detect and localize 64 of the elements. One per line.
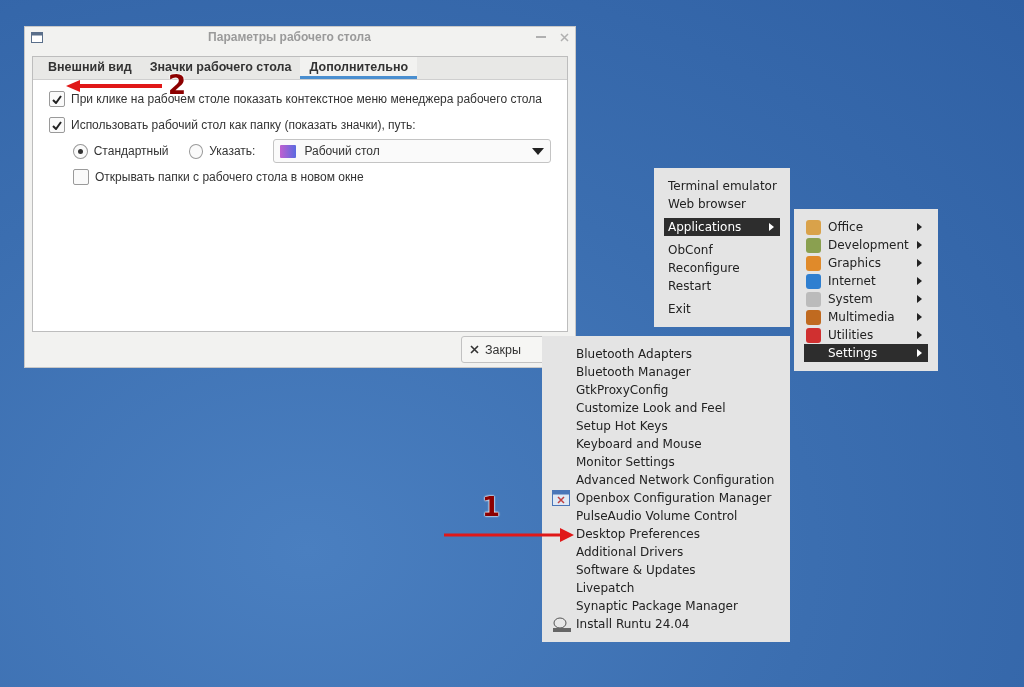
installer-icon — [552, 616, 572, 633]
menu-item[interactable]: Additional Drivers — [552, 543, 780, 561]
menu-item[interactable]: Applications — [664, 218, 780, 236]
annotation-number: 1 — [482, 494, 501, 520]
radio-button[interactable] — [188, 143, 204, 159]
checkmark-icon — [52, 120, 62, 130]
checkbox-label: Открывать папки с рабочего стола в новом окне — [95, 170, 364, 184]
close-icon — [470, 345, 479, 354]
checkbox[interactable] — [49, 91, 65, 107]
window-settings-icon — [552, 490, 570, 506]
menu-item[interactable]: Office — [804, 218, 928, 236]
radio-button[interactable] — [73, 143, 88, 159]
menu-item[interactable]: ObConf — [664, 241, 780, 259]
tab[interactable]: Дополнительно — [300, 57, 418, 79]
menu-item[interactable]: Terminal emulator — [664, 177, 780, 195]
folder-icon — [280, 144, 297, 158]
submenu-arrow-icon — [917, 241, 922, 249]
submenu-arrow-icon — [917, 331, 922, 339]
window-icon — [31, 31, 43, 43]
menu-item[interactable]: Livepatch — [552, 579, 780, 597]
menu-item[interactable]: GtkProxyConfig — [552, 381, 780, 399]
checkbox[interactable] — [73, 169, 89, 185]
folder-dropdown[interactable]: Рабочий стол — [273, 139, 551, 163]
menu-item[interactable]: Bluetooth Adapters — [552, 345, 780, 363]
menu-item[interactable]: Monitor Settings — [552, 453, 780, 471]
tab[interactable]: Внешний вид — [39, 57, 141, 79]
close-icon[interactable] — [560, 32, 569, 42]
menu-item[interactable]: System — [804, 290, 928, 308]
menu-item[interactable]: Software & Updates — [552, 561, 780, 579]
menu-item[interactable]: Keyboard and Mouse — [552, 435, 780, 453]
menu-item[interactable]: Development — [804, 236, 928, 254]
submenu-arrow-icon — [917, 277, 922, 285]
menu-item[interactable]: Install Runtu 24.04 — [552, 615, 780, 633]
menu-item[interactable]: Restart — [664, 277, 780, 295]
menu-item[interactable]: Setup Hot Keys — [552, 417, 780, 435]
menu-item[interactable]: Internet — [804, 272, 928, 290]
radio-label: Указать: — [209, 144, 256, 158]
menu-item[interactable]: Graphics — [804, 254, 928, 272]
menu-item[interactable]: Advanced Network Configuration — [552, 471, 780, 489]
menu-item[interactable]: Desktop Preferences — [552, 525, 780, 543]
window-title: Параметры рабочего стола — [207, 30, 372, 44]
submenu-arrow-icon — [917, 259, 922, 267]
menu-item[interactable]: Openbox Configuration Manager — [552, 489, 780, 507]
submenu-arrow-icon — [917, 295, 922, 303]
menu-item[interactable]: Multimedia — [804, 308, 928, 326]
menu-item[interactable]: Customize Look and Feel — [552, 399, 780, 417]
menu-item[interactable]: Settings — [804, 344, 928, 362]
menu-item[interactable]: Bluetooth Manager — [552, 363, 780, 381]
menu-item[interactable]: Exit — [664, 300, 780, 318]
checkbox[interactable] — [49, 117, 65, 133]
menu-item[interactable]: Utilities — [804, 326, 928, 344]
submenu-arrow-icon — [769, 223, 774, 231]
menu-item[interactable]: Synaptic Package Manager — [552, 597, 780, 615]
checkbox-label: Использовать рабочий стол как папку (показать значки), путь: — [71, 118, 416, 132]
menu-item[interactable]: Reconfigure — [664, 259, 780, 277]
menu-item[interactable]: Web browser — [664, 195, 780, 213]
checkmark-icon — [52, 94, 62, 104]
checkbox-label: При клике на рабочем столе показать контекстное меню менеджера рабочего стола — [71, 92, 542, 106]
dropdown-caret-icon — [532, 147, 544, 155]
submenu-arrow-icon — [917, 223, 922, 231]
submenu-arrow-icon — [917, 313, 922, 321]
radio-label: Стандартный — [93, 144, 169, 158]
submenu-arrow-icon — [917, 349, 922, 357]
menu-item[interactable]: PulseAudio Volume Control — [552, 507, 780, 525]
